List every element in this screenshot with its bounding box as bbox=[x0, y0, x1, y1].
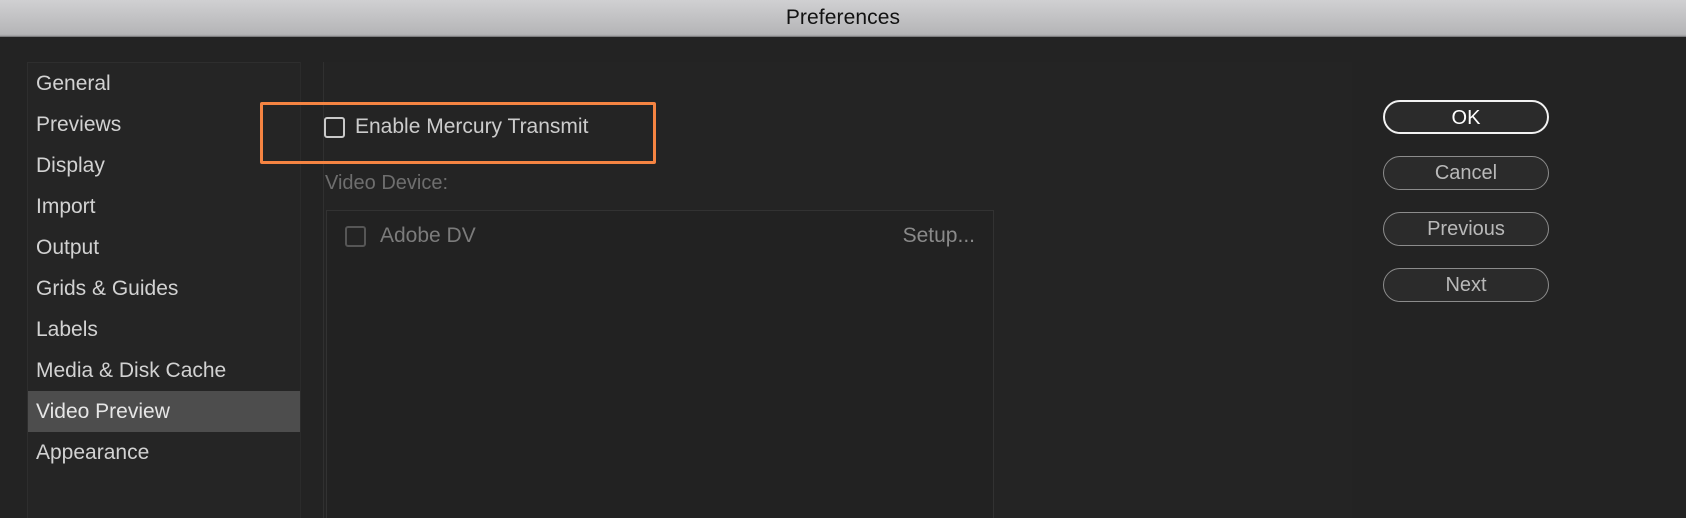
sidebar-item-labels[interactable]: Labels bbox=[28, 309, 300, 350]
device-setup-button[interactable]: Setup... bbox=[903, 224, 975, 248]
sidebar-item-grids-guides[interactable]: Grids & Guides bbox=[28, 268, 300, 309]
sidebar-item-previews[interactable]: Previews bbox=[28, 104, 300, 145]
enable-mercury-transmit-checkbox[interactable] bbox=[324, 116, 345, 138]
device-row[interactable]: Adobe DV Setup... bbox=[327, 211, 993, 261]
device-checkbox[interactable] bbox=[345, 225, 366, 247]
device-name: Adobe DV bbox=[380, 224, 476, 247]
dialog-button-column: OK Cancel Previous Next bbox=[1383, 100, 1549, 324]
window-titlebar: Preferences bbox=[0, 0, 1686, 37]
sidebar-right-divider bbox=[300, 62, 301, 518]
sidebar-item-general[interactable]: General bbox=[28, 63, 300, 104]
preferences-category-list[interactable]: General Previews Display Import Output Grids … bbox=[27, 62, 300, 518]
next-button[interactable]: Next bbox=[1383, 268, 1549, 302]
window-title: Preferences bbox=[785, 6, 901, 29]
dialog-body: General Previews Display Import Output Grids … bbox=[0, 38, 1686, 518]
enable-mercury-transmit-row[interactable]: Enable Mercury Transmit bbox=[324, 104, 588, 150]
previous-button[interactable]: Previous bbox=[1383, 212, 1549, 246]
video-device-label: Video Device: bbox=[325, 172, 449, 194]
preferences-dialog: Preferences General Previews Display Import… bbox=[0, 0, 1686, 518]
video-device-listbox[interactable]: Adobe DV Setup... bbox=[326, 210, 994, 518]
cancel-button[interactable]: Cancel bbox=[1383, 156, 1549, 190]
ok-button[interactable]: OK bbox=[1383, 100, 1549, 134]
sidebar-item-video-preview[interactable]: Video Preview bbox=[28, 391, 300, 432]
sidebar-item-output[interactable]: Output bbox=[28, 227, 300, 268]
sidebar-item-appearance[interactable]: Appearance bbox=[28, 432, 300, 473]
sidebar-item-import[interactable]: Import bbox=[28, 186, 300, 227]
sidebar-item-display[interactable]: Display bbox=[28, 145, 300, 186]
video-preview-panel: Enable Mercury Transmit Video Device: Ad… bbox=[324, 62, 1352, 518]
enable-mercury-transmit-label[interactable]: Enable Mercury Transmit bbox=[355, 115, 588, 139]
sidebar-item-media-disk-cache[interactable]: Media & Disk Cache bbox=[28, 350, 300, 391]
